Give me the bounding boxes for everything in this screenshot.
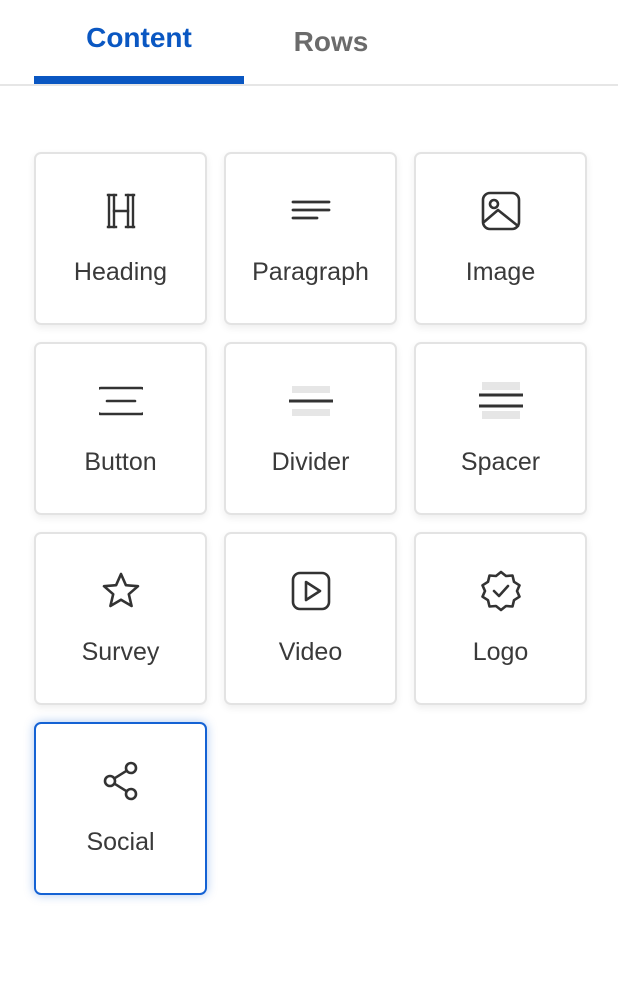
block-label: Button xyxy=(84,448,157,476)
share-icon xyxy=(99,759,143,803)
image-icon xyxy=(479,189,523,233)
spacer-icon xyxy=(478,379,523,423)
block-label: Image xyxy=(465,258,536,286)
block-survey[interactable]: Survey xyxy=(34,532,207,705)
tab-rows[interactable]: Rows xyxy=(244,0,418,84)
tab-content[interactable]: Content xyxy=(34,0,244,84)
block-spacer[interactable]: Spacer xyxy=(414,342,587,515)
block-label: Spacer xyxy=(460,448,541,476)
block-button[interactable]: Button xyxy=(34,342,207,515)
heading-icon xyxy=(99,189,143,233)
block-heading[interactable]: Heading xyxy=(34,152,207,325)
paragraph-icon xyxy=(289,189,333,233)
block-divider[interactable]: Divider xyxy=(224,342,397,515)
block-paragraph[interactable]: Paragraph xyxy=(224,152,397,325)
button-icon xyxy=(98,379,143,423)
block-label: Video xyxy=(278,638,343,666)
divider-icon xyxy=(288,379,333,423)
block-label: Survey xyxy=(81,638,160,666)
tab-content-label: Content xyxy=(86,22,192,53)
block-image[interactable]: Image xyxy=(414,152,587,325)
block-social[interactable]: Social xyxy=(34,722,207,895)
block-label: Heading xyxy=(73,258,168,286)
block-label: Divider xyxy=(271,448,350,476)
block-logo[interactable]: Logo xyxy=(414,532,587,705)
block-label: Paragraph xyxy=(252,258,369,286)
video-play-icon xyxy=(289,569,333,613)
star-icon xyxy=(99,569,143,613)
tab-bar: Content Rows xyxy=(0,0,618,86)
badge-check-icon xyxy=(479,569,523,613)
block-video[interactable]: Video xyxy=(224,532,397,705)
block-label: Social xyxy=(86,828,155,856)
content-blocks-grid: Heading Paragraph Image Button Divider S… xyxy=(34,152,587,895)
block-label: Logo xyxy=(472,638,529,666)
tab-rows-label: Rows xyxy=(293,26,369,57)
